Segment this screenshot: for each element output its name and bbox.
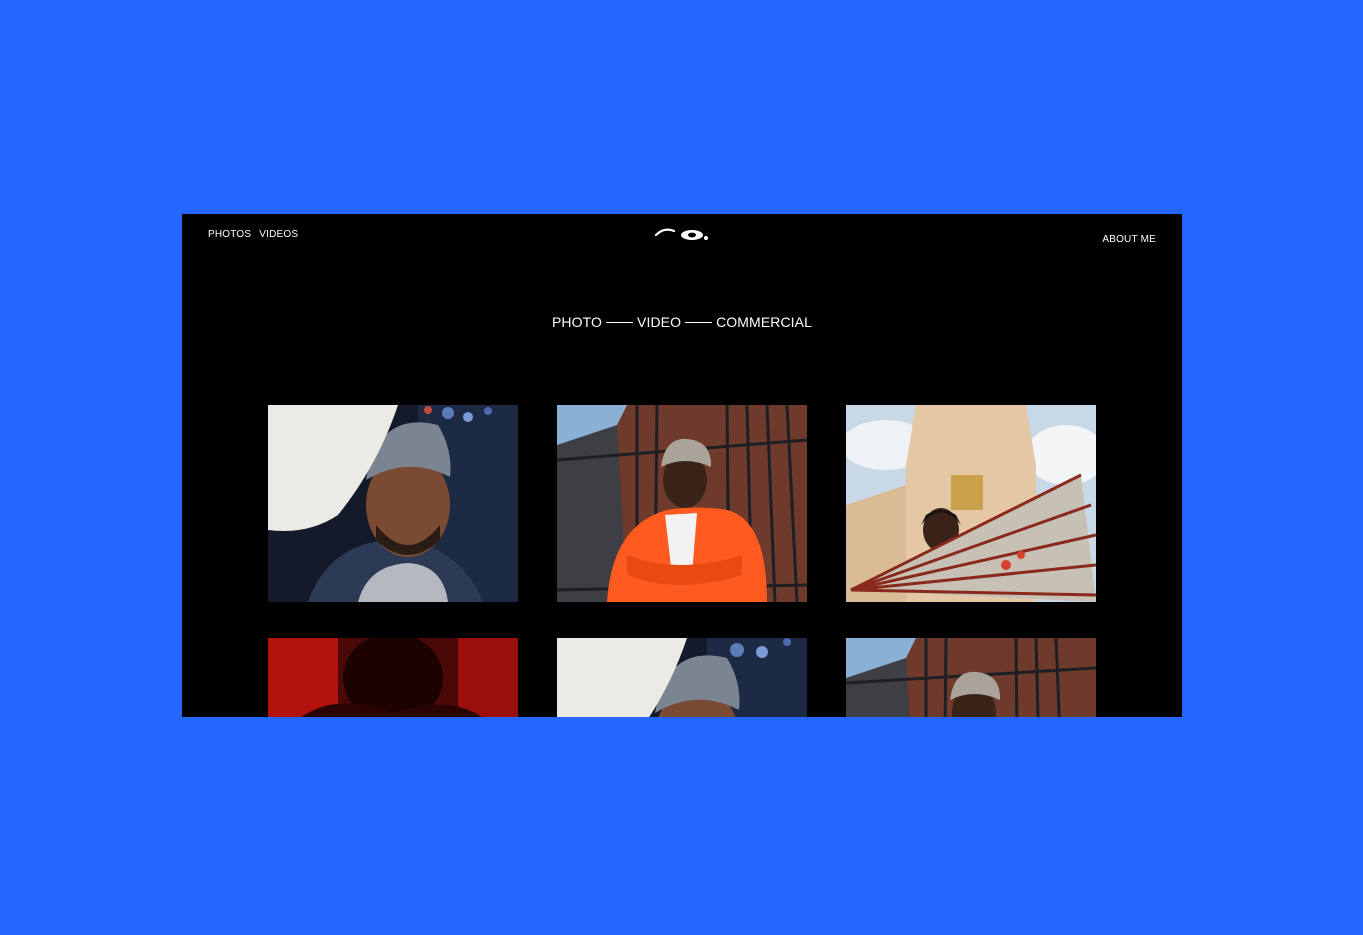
portrait-photo-icon [268, 638, 518, 717]
gallery-tile[interactable] [268, 405, 518, 602]
gallery-tile[interactable] [557, 405, 807, 602]
tagline-dash [685, 321, 713, 323]
hero-tagline: PHOTO VIDEO COMMERCIAL [182, 314, 1182, 330]
portrait-photo-icon [268, 405, 518, 602]
gallery-tile[interactable] [557, 638, 807, 717]
website-window: PHOTOS VIDEOS ABOUT ME PHOTO VIDEO COMME… [182, 214, 1182, 717]
nav-photos-link[interactable]: PHOTOS [208, 229, 251, 240]
gallery-tile[interactable] [846, 405, 1096, 602]
tagline-photo: PHOTO [551, 314, 603, 330]
gallery-tile[interactable] [846, 638, 1096, 717]
portrait-photo-icon [557, 405, 807, 602]
tagline-video: VIDEO [637, 314, 682, 330]
tagline-commercial: COMMERCIAL [716, 314, 812, 330]
primary-nav: PHOTOS VIDEOS [208, 229, 298, 240]
tagline-dash [606, 321, 634, 323]
portrait-photo-icon [846, 405, 1096, 602]
nav-videos-link[interactable]: VIDEOS [259, 229, 298, 240]
portrait-photo-icon [557, 638, 807, 717]
eye-logo-icon[interactable] [654, 226, 710, 242]
portrait-photo-icon [846, 638, 1096, 717]
gallery-tile[interactable] [268, 638, 518, 717]
nav-about-me-link[interactable]: ABOUT ME [1102, 234, 1156, 245]
